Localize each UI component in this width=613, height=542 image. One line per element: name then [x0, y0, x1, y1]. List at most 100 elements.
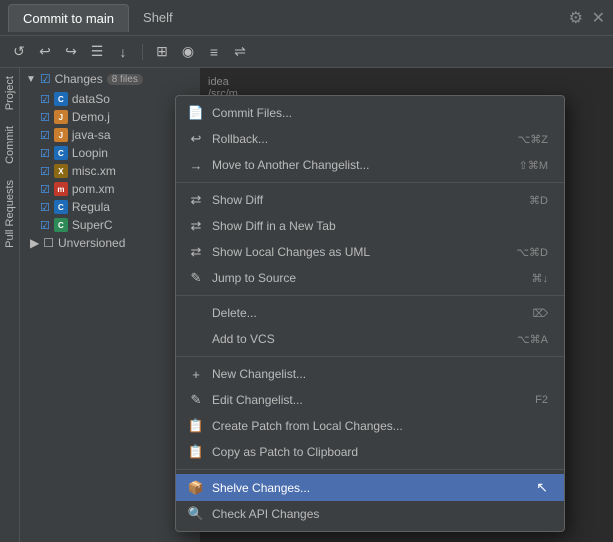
changes-label: Changes	[55, 72, 103, 86]
edit-changelist-label: Edit Changelist...	[212, 393, 527, 407]
file-item-regula[interactable]: ☑ C Regula	[20, 198, 200, 216]
menu-item-add-to-vcs[interactable]: Add to VCS ⌥⌘A	[176, 326, 564, 352]
file-name-demoj: Demo.j	[72, 110, 110, 124]
grid-button[interactable]: ⊞	[151, 41, 173, 63]
jump-to-source-label: Jump to Source	[212, 271, 524, 285]
tab-commit[interactable]: Commit to main	[8, 4, 129, 32]
file-icon-pomxm: m	[54, 182, 68, 196]
show-local-uml-label: Show Local Changes as UML	[212, 245, 508, 259]
edit-changelist-icon: ✎	[188, 392, 204, 408]
file-item-pomxm[interactable]: ☑ m pom.xm	[20, 180, 200, 198]
tab-shelf[interactable]: Shelf	[129, 4, 187, 31]
file-checkbox-javasa[interactable]: ☑	[40, 129, 50, 142]
undo-button[interactable]: ↩	[34, 41, 56, 63]
delete-icon	[188, 305, 204, 321]
menu-separator-3	[176, 356, 564, 357]
create-patch-label: Create Patch from Local Changes...	[212, 419, 548, 433]
show-local-uml-icon: ⇄	[188, 244, 204, 260]
rollback-label: Rollback...	[212, 132, 510, 146]
file-checkbox-regula[interactable]: ☑	[40, 201, 50, 214]
file-icon-javasa: J	[54, 128, 68, 142]
menu-item-show-diff-new-tab[interactable]: ⇄ Show Diff in a New Tab	[176, 213, 564, 239]
menu-item-check-api-changes[interactable]: 🔍 Check API Changes	[176, 501, 564, 527]
file-name-superc: SuperC	[72, 218, 113, 232]
menu-item-new-changelist[interactable]: + New Changelist...	[176, 361, 564, 387]
file-checkbox-loopin[interactable]: ☑	[40, 147, 50, 160]
copy-patch-icon: 📋	[188, 444, 204, 460]
menu-item-copy-patch[interactable]: 📋 Copy as Patch to Clipboard	[176, 439, 564, 465]
swap-button[interactable]: ⇌	[229, 41, 251, 63]
show-diff-new-tab-icon: ⇄	[188, 218, 204, 234]
sidebar-item-project[interactable]: Project	[2, 68, 18, 118]
download-button[interactable]: ↓	[112, 41, 134, 63]
unversioned-checkbox[interactable]: ☐	[43, 236, 54, 250]
sidebar-item-commit[interactable]: Commit	[2, 118, 18, 172]
delete-label: Delete...	[212, 306, 524, 320]
create-patch-icon: 📋	[188, 418, 204, 434]
show-diff-new-tab-label: Show Diff in a New Tab	[212, 219, 548, 233]
file-checkbox-miscxm[interactable]: ☑	[40, 165, 50, 178]
menu-item-rollback[interactable]: ↩ Rollback... ⌥⌘Z	[176, 126, 564, 152]
close-icon[interactable]: ✕	[592, 8, 605, 28]
menu-separator-1	[176, 182, 564, 183]
tab-commit-label: Commit to main	[23, 11, 114, 26]
menu-item-commit-files[interactable]: 📄 Commit Files...	[176, 100, 564, 126]
show-diff-label: Show Diff	[212, 193, 521, 207]
rollback-icon: ↩	[188, 131, 204, 147]
file-checkbox-superc[interactable]: ☑	[40, 219, 50, 232]
filter-button[interactable]: ≡	[203, 41, 225, 63]
add-to-vcs-icon	[188, 331, 204, 347]
gear-icon[interactable]: ⚙	[569, 8, 583, 28]
menu-item-create-patch[interactable]: 📋 Create Patch from Local Changes...	[176, 413, 564, 439]
file-name-javasa: java-sa	[72, 128, 111, 142]
context-menu: 📄 Commit Files... ↩ Rollback... ⌥⌘Z → Mo…	[175, 95, 565, 532]
toolbar-separator-1	[142, 44, 143, 60]
changes-checkbox[interactable]: ☑	[40, 72, 51, 86]
tab-bar-left: Commit to main Shelf	[8, 4, 187, 32]
menu-item-move-changelist[interactable]: → Move to Another Changelist... ⇧⌘M	[176, 152, 564, 178]
file-icon-dataso: C	[54, 92, 68, 106]
unversioned-item[interactable]: ▶ ☐ Unversioned	[20, 234, 200, 252]
menu-item-show-diff[interactable]: ⇄ Show Diff ⌘D	[176, 187, 564, 213]
menu-item-shelve-changes[interactable]: 📦 Shelve Changes... ↖	[176, 474, 564, 501]
file-item-superc[interactable]: ☑ C SuperC	[20, 216, 200, 234]
file-item-demoj[interactable]: ☑ J Demo.j	[20, 108, 200, 126]
new-changelist-icon: +	[188, 366, 204, 382]
menu-item-show-local-uml[interactable]: ⇄ Show Local Changes as UML ⌥⌘D	[176, 239, 564, 265]
tab-bar: Commit to main Shelf ⚙ ✕	[0, 0, 613, 36]
show-diff-icon: ⇄	[188, 192, 204, 208]
refresh-button[interactable]: ↺	[8, 41, 30, 63]
file-checkbox-dataso[interactable]: ☑	[40, 93, 50, 106]
menu-separator-2	[176, 295, 564, 296]
eye-button[interactable]: ◉	[177, 41, 199, 63]
file-checkbox-demoj[interactable]: ☑	[40, 111, 50, 124]
copy-patch-label: Copy as Patch to Clipboard	[212, 445, 548, 459]
redo-button[interactable]: ↪	[60, 41, 82, 63]
file-item-miscxm[interactable]: ☑ X misc.xm	[20, 162, 200, 180]
commit-files-label: Commit Files...	[212, 106, 548, 120]
shelve-changes-label: Shelve Changes...	[212, 481, 520, 495]
sidebar-item-pull-requests[interactable]: Pull Requests	[2, 172, 18, 256]
delete-shortcut: ⌦	[532, 307, 548, 320]
tab-shelf-label: Shelf	[143, 10, 173, 25]
show-diff-shortcut: ⌘D	[529, 194, 548, 207]
jump-to-source-shortcut: ⌘↓	[532, 272, 549, 285]
file-item-loopin[interactable]: ☑ C Loopin	[20, 144, 200, 162]
changes-count: 8 files	[107, 74, 143, 85]
file-icon-regula: C	[54, 200, 68, 214]
file-item-dataso[interactable]: ☑ C dataSo	[20, 90, 200, 108]
main-panel: Commit to main Shelf ⚙ ✕ ↺ ↩ ↪ ☰ ↓ ⊞ ◉ ≡…	[0, 0, 613, 542]
menu-item-jump-to-source[interactable]: ✎ Jump to Source ⌘↓	[176, 265, 564, 291]
show-local-uml-shortcut: ⌥⌘D	[516, 246, 548, 259]
changes-header[interactable]: ▼ ☑ Changes 8 files	[20, 68, 200, 90]
menu-separator-4	[176, 469, 564, 470]
check-api-label: Check API Changes	[212, 507, 548, 521]
cursor-pointer: ↖	[536, 479, 548, 496]
menu-item-edit-changelist[interactable]: ✎ Edit Changelist... F2	[176, 387, 564, 413]
menu-item-delete[interactable]: Delete... ⌦	[176, 300, 564, 326]
file-name-loopin: Loopin	[72, 146, 108, 160]
file-checkbox-pomxm[interactable]: ☑	[40, 183, 50, 196]
list-button[interactable]: ☰	[86, 41, 108, 63]
move-changelist-icon: →	[188, 157, 204, 173]
file-item-javasa[interactable]: ☑ J java-sa	[20, 126, 200, 144]
